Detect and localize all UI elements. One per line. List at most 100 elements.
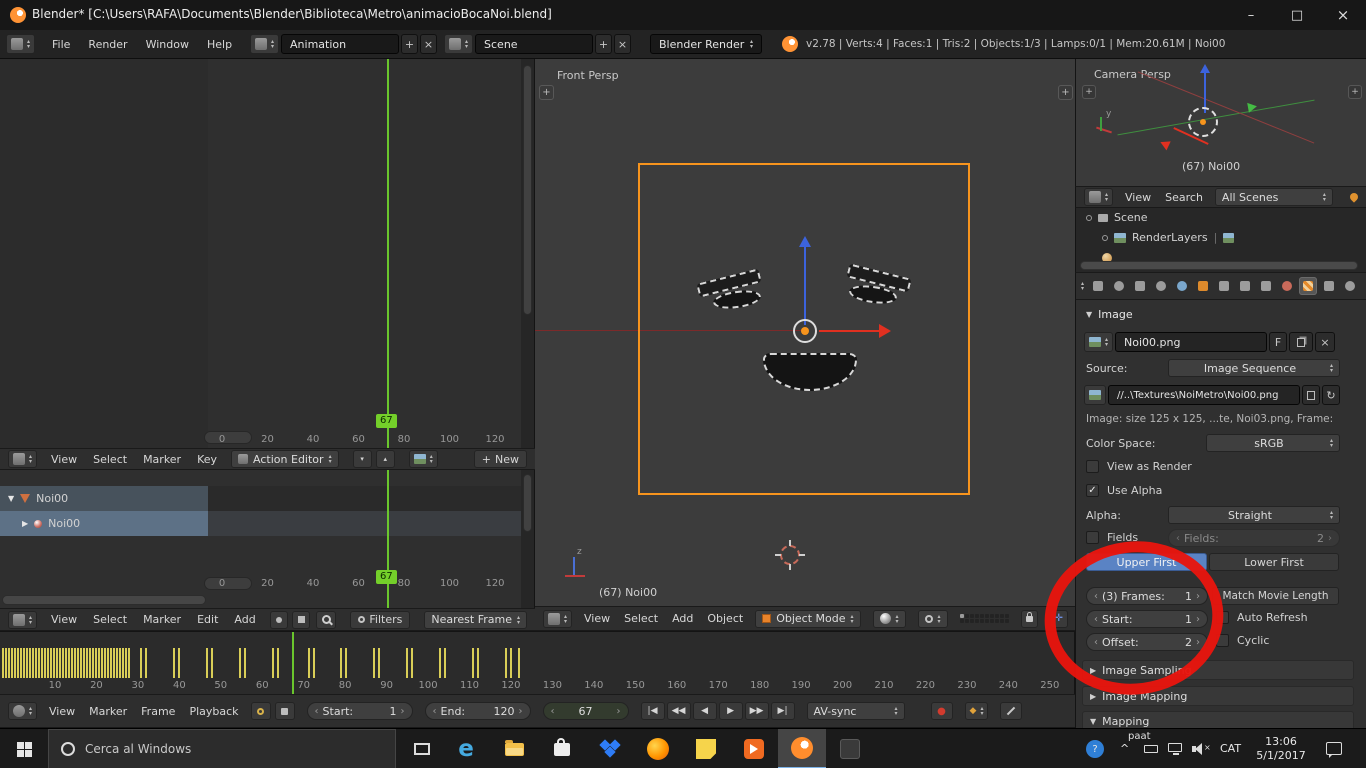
play-button[interactable]: ▶ (718, 702, 743, 720)
keyframe-tick[interactable] (272, 648, 274, 678)
keyframe-tick[interactable] (68, 648, 70, 678)
render-tab[interactable] (1110, 277, 1128, 295)
keyframe-tick[interactable] (107, 648, 109, 678)
alpha-mode-dropdown[interactable]: Straight ▴ ▾ (1168, 506, 1340, 524)
fake-user-button[interactable]: F (1269, 332, 1288, 352)
new-action-button[interactable]: + New (473, 450, 527, 468)
physics-tab[interactable] (1341, 277, 1359, 295)
keyframe-tick[interactable] (20, 648, 22, 678)
editor-type-button[interactable]: ▴ ▾ (543, 609, 573, 628)
fields-checkbox[interactable] (1086, 531, 1099, 544)
menu-help[interactable]: Help (207, 38, 232, 51)
chevron-left-icon[interactable]: ‹ (433, 706, 437, 717)
menu-file[interactable]: File (52, 38, 70, 51)
chevron-right-icon[interactable]: › (1196, 614, 1200, 625)
constraints-tab[interactable] (1215, 277, 1233, 295)
taskbar-store[interactable] (538, 729, 586, 768)
menu-object[interactable]: Object (707, 612, 743, 625)
taskbar-notes[interactable] (682, 729, 730, 768)
use-alpha-checkbox[interactable]: ✓ (1086, 484, 1099, 497)
keyframe-tick[interactable] (518, 648, 520, 678)
unlink-datablock-button[interactable]: × (1315, 332, 1336, 352)
help-tray-icon[interactable]: ? (1086, 740, 1104, 758)
image-sampling-panel[interactable]: ▶ Image Sampling (1082, 660, 1354, 680)
offset-field[interactable]: ‹ Offset: 2 › (1086, 633, 1208, 651)
pivot-dropdown[interactable]: ▴ ▾ (917, 609, 948, 628)
start-button[interactable] (0, 729, 48, 768)
render-visibility-icon[interactable] (1223, 232, 1235, 243)
keyframe-tick[interactable] (98, 648, 100, 678)
menu-marker[interactable]: Marker (143, 613, 181, 626)
taskbar-firefox[interactable] (634, 729, 682, 768)
network-icon[interactable] (1168, 743, 1182, 755)
object-origin-widget[interactable] (793, 319, 817, 343)
keyframe-tick[interactable] (95, 648, 97, 678)
keyframe-tick[interactable] (313, 648, 315, 678)
keyframe-tick[interactable] (206, 648, 208, 678)
channel-row-selected[interactable]: ▶ Noi00 (0, 511, 208, 536)
editor-type-button[interactable]: ▴ ▾ (8, 610, 38, 629)
keyframe-tick[interactable] (122, 648, 124, 678)
panel-expand-icon[interactable]: ▼ (1090, 717, 1096, 726)
y-arrowhead-icon[interactable] (1247, 101, 1258, 113)
keyframe-tick[interactable] (50, 648, 52, 678)
jump-end-button[interactable]: ▶| (770, 702, 795, 720)
manipulator-icon[interactable]: ✛ (1049, 609, 1068, 628)
keyframe-tick[interactable] (308, 648, 310, 678)
keyframe-tick[interactable] (80, 648, 82, 678)
editor-mode-dropdown[interactable]: Action Editor ▴ ▾ (231, 450, 339, 468)
keyframe-tick[interactable] (2, 648, 4, 678)
render-engine-dropdown[interactable]: Blender Render ▴ ▾ (650, 34, 762, 54)
camera-viewport[interactable]: Camera Persp + + y (67) Noi00 (1075, 59, 1366, 186)
play-reverse-button[interactable]: ◀ (692, 702, 717, 720)
image-panel-header[interactable]: ▼ Image (1086, 308, 1133, 321)
vertical-scrollbar[interactable] (523, 65, 532, 315)
view-as-render-checkbox[interactable] (1086, 460, 1099, 473)
keyframe-tick[interactable] (101, 648, 103, 678)
keyframe-tick[interactable] (8, 648, 10, 678)
screen-layout-field[interactable]: Animation (281, 34, 400, 54)
outliner-item-scene[interactable]: Scene (1086, 211, 1148, 224)
chevron-left-icon[interactable]: ‹ (1094, 591, 1098, 602)
region-expand-icon[interactable]: + (1348, 85, 1362, 99)
taskbar-media[interactable] (730, 729, 778, 768)
editor-type-button[interactable]: ▴ ▾ (6, 34, 36, 54)
viewport-3d[interactable]: Front Persp + + z (67) Noi00 (535, 59, 1075, 606)
z-arrowhead-icon[interactable] (1200, 64, 1210, 73)
keyframe-tick[interactable] (59, 648, 61, 678)
cursor-tool-icon[interactable] (269, 610, 289, 629)
keyframe-tick[interactable] (406, 648, 408, 678)
x-manipulator-arrow[interactable] (819, 330, 879, 332)
image-mapping-panel[interactable]: ▶ Image Mapping (1082, 686, 1354, 706)
region-expand-icon[interactable]: + (1082, 85, 1096, 99)
editor-type-button[interactable]: ▴ ▾ (8, 450, 38, 468)
keyframe-tick[interactable] (104, 648, 106, 678)
keyframe-tick[interactable] (178, 648, 180, 678)
keyframe-tick[interactable] (510, 648, 512, 678)
keyframe-tick[interactable] (277, 648, 279, 678)
keyframe-tick[interactable] (125, 648, 127, 678)
icon-button-down[interactable]: ▾ (352, 450, 372, 468)
editor-type-selector[interactable] (1089, 277, 1107, 295)
keyframe-tick[interactable] (173, 648, 175, 678)
lock-icon[interactable] (1020, 609, 1038, 628)
taskbar-blender-active[interactable] (778, 729, 826, 768)
upper-first-button[interactable]: Upper First (1086, 553, 1207, 571)
filters-button[interactable]: Filters (350, 610, 411, 629)
keyframe-tick[interactable] (345, 648, 347, 678)
chevron-left-icon[interactable]: ‹ (1094, 614, 1098, 625)
start-field[interactable]: ‹ Start: 1 › (1086, 610, 1208, 628)
chevron-left-icon[interactable]: ‹ (315, 706, 319, 717)
minimize-button[interactable]: – (1228, 0, 1274, 30)
disclosure-dot-icon[interactable] (1102, 234, 1108, 241)
vertical-scrollbar[interactable] (523, 474, 532, 532)
lower-first-button[interactable]: Lower First (1209, 553, 1339, 571)
editor-type-button[interactable]: ▴ ▾ (8, 702, 38, 720)
region-expand-icon[interactable]: + (539, 85, 554, 100)
keyframe-tick[interactable] (444, 648, 446, 678)
menu-render[interactable]: Render (88, 38, 127, 51)
record-button[interactable]: ● (930, 702, 953, 720)
source-dropdown[interactable]: Image Sequence ▴ ▾ (1168, 359, 1340, 377)
taskbar-dropbox[interactable] (586, 729, 634, 768)
menu-window[interactable]: Window (146, 38, 189, 51)
